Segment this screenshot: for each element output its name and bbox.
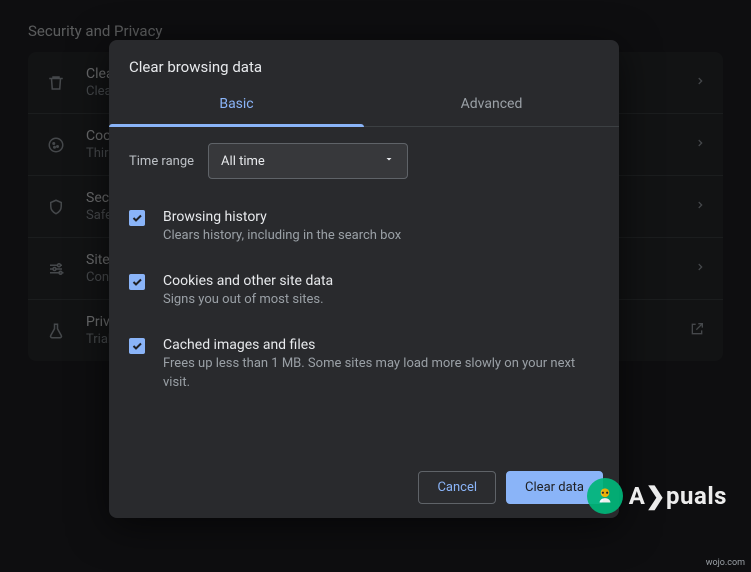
- checkbox-cookies[interactable]: [129, 274, 145, 290]
- option-sub: Clears history, including in the search …: [163, 227, 401, 245]
- option-browsing-history: Browsing history Clears history, includi…: [129, 201, 599, 265]
- option-sub: Frees up less than 1 MB. Some sites may …: [163, 355, 599, 391]
- option-title: Cached images and files: [163, 337, 599, 353]
- checkbox-browsing-history[interactable]: [129, 210, 145, 226]
- time-range-row: Time range All time: [129, 143, 599, 179]
- cancel-button[interactable]: Cancel: [418, 471, 496, 504]
- tiny-watermark: wojo.com: [706, 558, 745, 568]
- clear-browsing-data-modal: Clear browsing data Basic Advanced Time …: [109, 40, 619, 518]
- watermark: A❯puals: [587, 478, 727, 514]
- chevron-down-icon: [383, 153, 395, 169]
- tab-basic[interactable]: Basic: [109, 84, 364, 126]
- watermark-text: A❯puals: [629, 482, 727, 510]
- option-sub: Signs you out of most sites.: [163, 291, 333, 309]
- time-range-select[interactable]: All time: [208, 143, 408, 179]
- option-title: Browsing history: [163, 209, 401, 225]
- checkbox-cached[interactable]: [129, 338, 145, 354]
- time-range-value: All time: [221, 154, 265, 169]
- option-cached: Cached images and files Frees up less th…: [129, 329, 599, 411]
- time-range-label: Time range: [129, 154, 194, 169]
- tab-advanced[interactable]: Advanced: [364, 84, 619, 126]
- modal-footer: Cancel Clear data: [109, 457, 619, 518]
- modal-body: Time range All time Browsing history Cle…: [109, 127, 619, 457]
- option-cookies: Cookies and other site data Signs you ou…: [129, 265, 599, 329]
- watermark-logo-icon: [587, 478, 623, 514]
- option-title: Cookies and other site data: [163, 273, 333, 289]
- modal-title: Clear browsing data: [109, 40, 619, 84]
- tabs: Basic Advanced: [109, 84, 619, 127]
